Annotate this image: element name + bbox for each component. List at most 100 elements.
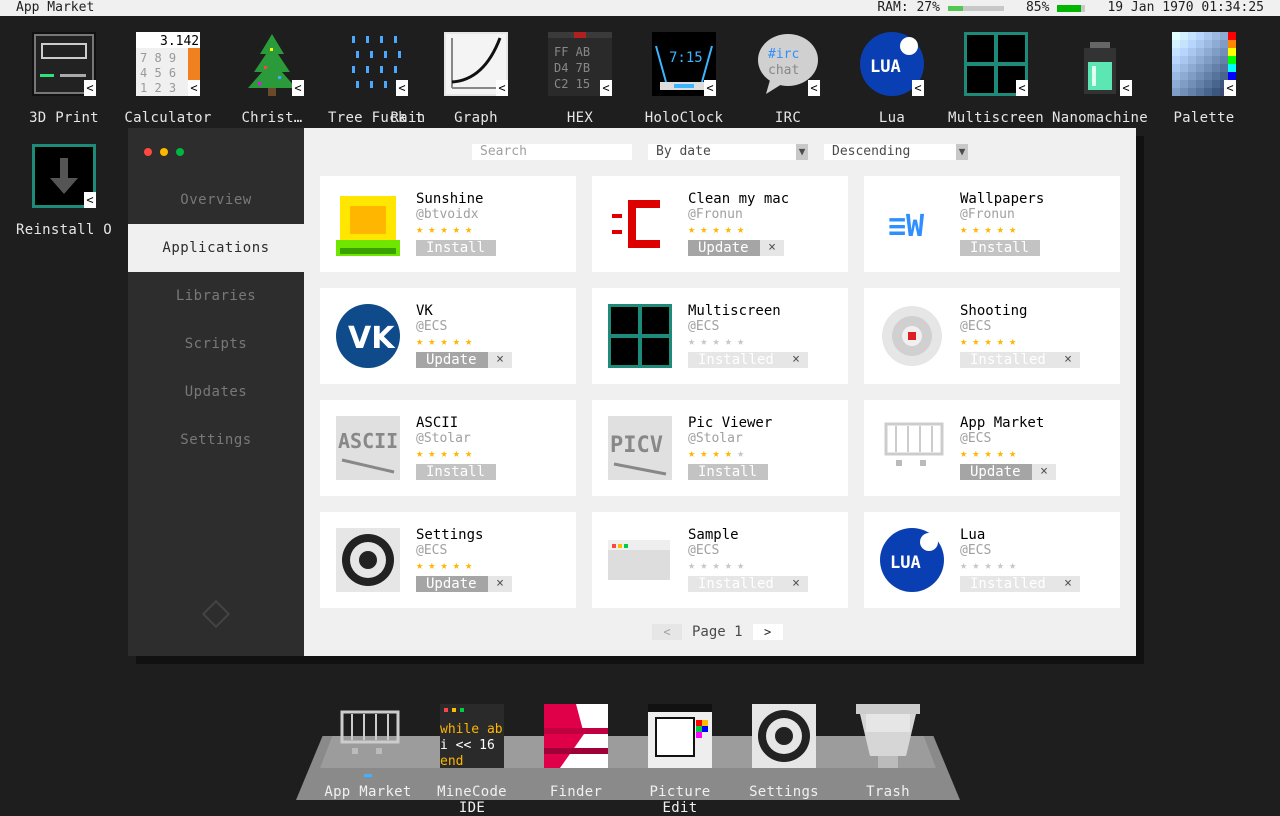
prev-page-button[interactable]: < — [652, 624, 682, 640]
app-card[interactable]: Multiscreen @ECS ★★★★★ Installed × — [592, 288, 848, 384]
search-input[interactable]: Search — [472, 144, 632, 160]
dock-item-trash[interactable]: Trash — [836, 704, 940, 800]
app-name: ASCII — [416, 415, 459, 431]
sidebar-logo-icon — [201, 599, 231, 629]
sidebar-item-settings[interactable]: Settings — [128, 416, 304, 464]
update-button[interactable]: Update — [416, 576, 492, 592]
desktop-icon-label: Nanomachines — [1052, 110, 1148, 126]
app-icon: ASCII — [336, 416, 400, 480]
sidebar-item-libraries[interactable]: Libraries — [128, 272, 304, 320]
dock-icon — [752, 704, 816, 768]
shortcut-arrow-icon: < — [188, 80, 200, 96]
dock-label: Trash — [866, 784, 910, 800]
desktop-icon[interactable]: < Graph — [428, 32, 524, 126]
dock-item-finder[interactable]: Finder — [524, 704, 628, 800]
star-icon: ★ — [452, 222, 465, 236]
remove-button[interactable]: × — [1056, 576, 1080, 592]
sort-select-value: By date — [656, 144, 711, 159]
desktop-icon[interactable]: 7:15 < HoloClock — [636, 32, 732, 126]
desktop-icon[interactable]: < Nanomachines — [1052, 32, 1148, 126]
minimize-window-button[interactable] — [160, 148, 168, 156]
app-card[interactable]: Settings @ECS ★★★★★ Update × — [320, 512, 576, 608]
dock-item-minecode-ide[interactable]: while ab i << 16 end MineCode IDE — [420, 704, 524, 816]
running-indicator — [364, 774, 372, 777]
desktop-icon[interactable]: < Reinstall OS R — [16, 144, 112, 238]
install-button[interactable]: Install — [688, 464, 768, 480]
remove-button[interactable]: × — [784, 576, 808, 592]
app-card[interactable]: LUA Lua @ECS ★★★★★ Installed × — [864, 512, 1120, 608]
app-title[interactable]: App Market — [16, 0, 94, 16]
app-card[interactable]: Shooting @ECS ★★★★★ Installed × — [864, 288, 1120, 384]
sidebar-item-applications[interactable]: Applications — [128, 224, 304, 272]
install-button[interactable]: Install — [960, 240, 1040, 256]
star-icon: ★ — [452, 558, 465, 572]
app-card[interactable]: VK VK @ECS ★★★★★ Update × — [320, 288, 576, 384]
desktop-icon[interactable]: 3.142 7 8 94 5 61 2 3 < Calculator — [120, 32, 216, 126]
app-name: App Market — [960, 415, 1045, 431]
shortcut-arrow-icon: < — [1016, 80, 1028, 96]
star-icon: ★ — [960, 446, 973, 460]
close-window-button[interactable] — [144, 148, 152, 156]
app-card[interactable]: PICV Pic Viewer @Stolar ★★★★★ Install — [592, 400, 848, 496]
dock-item-settings[interactable]: Settings — [732, 704, 836, 800]
star-icon: ★ — [1008, 558, 1022, 572]
install-button[interactable]: Install — [416, 464, 496, 480]
star-icon: ★ — [736, 446, 750, 460]
maximize-window-button[interactable] — [176, 148, 184, 156]
app-card[interactable]: Sample @ECS ★★★★★ Installed × — [592, 512, 848, 608]
dock-item-app-market[interactable]: App Market — [316, 704, 420, 800]
desktop-icon[interactable]: #irc chat < IRC — [740, 32, 836, 126]
sort-select[interactable]: By date ▼ — [648, 144, 808, 160]
star-icon: ★ — [688, 222, 701, 236]
menu-bar: App Market RAM: 27% 85% 19 Jan 1970 01:3… — [0, 0, 1280, 16]
ram-label: RAM: 27% — [877, 0, 940, 15]
desktop-icon-label: HEX — [566, 110, 594, 126]
desktop-icon-label: 3D Print — [29, 110, 99, 126]
desktop-icon[interactable]: < Christ… — [224, 32, 320, 126]
svg-text:end: end — [440, 754, 463, 768]
installed-button: Installed — [960, 352, 1060, 368]
star-icon: ★ — [736, 334, 750, 348]
remove-button[interactable]: × — [1032, 464, 1056, 480]
star-icon: ★ — [984, 558, 997, 572]
desktop-icon[interactable]: LUA < Lua — [844, 32, 940, 126]
star-icon: ★ — [984, 334, 997, 348]
dock-label: Finder — [549, 784, 603, 800]
update-button[interactable]: Update — [688, 240, 764, 256]
rating-stars: ★★★★★ — [688, 558, 749, 572]
desktop-icon[interactable]: < Palette — [1156, 32, 1252, 126]
remove-button[interactable]: × — [488, 576, 512, 592]
app-card[interactable]: App Market @ECS ★★★★★ Update × — [864, 400, 1120, 496]
desktop-icon-label: HoloClock — [644, 110, 724, 126]
remove-button[interactable]: × — [1056, 352, 1080, 368]
remove-button[interactable]: × — [784, 352, 808, 368]
next-page-button[interactable]: > — [752, 624, 783, 640]
star-icon: ★ — [712, 446, 725, 460]
remove-button[interactable]: × — [488, 352, 512, 368]
app-name: VK — [416, 303, 433, 319]
remove-button[interactable]: × — [760, 240, 784, 256]
sidebar-item-scripts[interactable]: Scripts — [128, 320, 304, 368]
update-button[interactable]: Update — [416, 352, 492, 368]
star-icon: ★ — [428, 558, 441, 572]
update-button[interactable]: Update — [960, 464, 1036, 480]
shortcut-arrow-icon: < — [912, 80, 924, 96]
app-icon — [880, 304, 944, 368]
sidebar-item-updates[interactable]: Updates — [128, 368, 304, 416]
desktop-icon[interactable]: FF AB D4 7B C2 15 < HEX — [532, 32, 628, 126]
desktop-icon[interactable]: < Multiscreen — [948, 32, 1044, 126]
app-card[interactable]: ASCII ASCII @Stolar ★★★★★ Install — [320, 400, 576, 496]
desktop-icon-label: IRC — [774, 110, 802, 126]
install-button[interactable]: Install — [416, 240, 496, 256]
app-card[interactable]: ≡W Wallpapers @Fronun ★★★★★ Install — [864, 176, 1120, 272]
star-icon: ★ — [972, 334, 985, 348]
dock-item-picture-edit[interactable]: Picture Edit — [628, 704, 732, 816]
clock[interactable]: 19 Jan 1970 01:34:25 — [1107, 0, 1264, 16]
installed-button: Installed — [688, 576, 788, 592]
app-card[interactable]: Clean my mac @Fronun ★★★★★ Update × — [592, 176, 848, 272]
app-author: @ECS — [688, 543, 720, 558]
app-card[interactable]: Sunshine @btvoidx ★★★★★ Install — [320, 176, 576, 272]
desktop-icon[interactable]: <3D Print — [16, 32, 112, 126]
sidebar-item-overview[interactable]: Overview — [128, 176, 304, 224]
order-select[interactable]: Descending ▼ — [824, 144, 968, 160]
